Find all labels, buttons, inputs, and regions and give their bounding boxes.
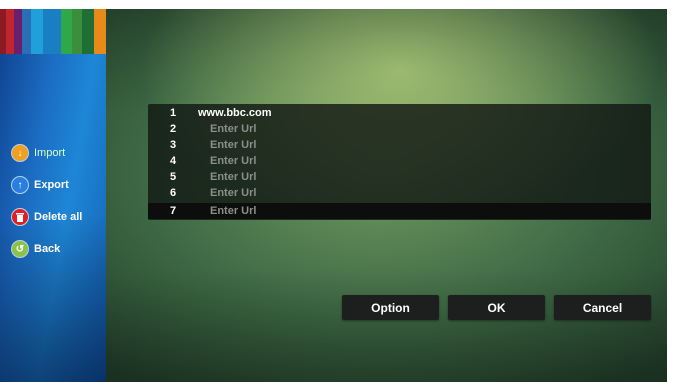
- sidebar-item-label: Export: [34, 179, 69, 191]
- top-border: [0, 0, 677, 9]
- sidebar-item-label: Import: [34, 147, 66, 159]
- trash-glyph: [16, 212, 24, 222]
- color-bar: [31, 9, 43, 54]
- cancel-button[interactable]: Cancel: [554, 295, 651, 320]
- url-row-number: 4: [170, 154, 177, 167]
- sidebar-item-delete-all[interactable]: Delete all: [12, 207, 82, 227]
- url-row-6[interactable]: 6 Enter Url: [148, 185, 651, 201]
- screen: ↓ Import ↑ Export Delete all ↺ Back 1 ww…: [0, 0, 677, 382]
- color-bar: [94, 9, 106, 54]
- url-row-2[interactable]: 2 Enter Url: [148, 121, 651, 137]
- sidebar: ↓ Import ↑ Export Delete all ↺ Back: [0, 9, 106, 382]
- url-row-number: 7: [170, 204, 177, 217]
- sidebar-item-import[interactable]: ↓ Import: [12, 143, 65, 163]
- url-field[interactable]: Enter Url: [210, 123, 256, 135]
- url-row-number: 2: [170, 122, 177, 135]
- url-list: 1 www.bbc.com 2 Enter Url 3 Enter Url 4 …: [148, 104, 651, 220]
- color-bar: [72, 9, 82, 54]
- export-icon: ↑: [12, 177, 28, 193]
- url-field[interactable]: Enter Url: [210, 139, 256, 151]
- url-row-3[interactable]: 3 Enter Url: [148, 137, 651, 153]
- url-row-number: 1: [170, 106, 177, 119]
- option-button[interactable]: Option: [342, 295, 439, 320]
- url-row-number: 3: [170, 138, 177, 151]
- url-row-1[interactable]: 1 www.bbc.com: [148, 105, 651, 121]
- url-row-5[interactable]: 5 Enter Url: [148, 169, 651, 185]
- url-row-7[interactable]: 7 Enter Url: [148, 203, 651, 219]
- color-bar: [6, 9, 14, 54]
- color-bar: [22, 9, 31, 54]
- right-border: [667, 0, 677, 382]
- url-field[interactable]: Enter Url: [210, 155, 256, 167]
- color-bar: [14, 9, 22, 54]
- import-icon: ↓: [12, 145, 28, 161]
- sidebar-item-label: Back: [34, 243, 61, 255]
- url-field[interactable]: Enter Url: [210, 187, 256, 199]
- url-field[interactable]: Enter Url: [210, 205, 256, 217]
- url-row-number: 5: [170, 170, 177, 183]
- url-row-number: 6: [170, 186, 177, 199]
- sidebar-item-export[interactable]: ↑ Export: [12, 175, 69, 195]
- trash-icon: [12, 209, 28, 225]
- sidebar-item-back[interactable]: ↺ Back: [12, 239, 60, 259]
- color-bar: [43, 9, 61, 54]
- ok-button[interactable]: OK: [448, 295, 545, 320]
- url-field[interactable]: www.bbc.com: [198, 107, 272, 119]
- back-icon: ↺: [12, 241, 28, 257]
- color-bar: [82, 9, 94, 54]
- url-row-4[interactable]: 4 Enter Url: [148, 153, 651, 169]
- sidebar-item-label: Delete all: [34, 211, 83, 223]
- color-bar: [61, 9, 72, 54]
- url-field[interactable]: Enter Url: [210, 171, 256, 183]
- color-bars-logo: [0, 9, 106, 54]
